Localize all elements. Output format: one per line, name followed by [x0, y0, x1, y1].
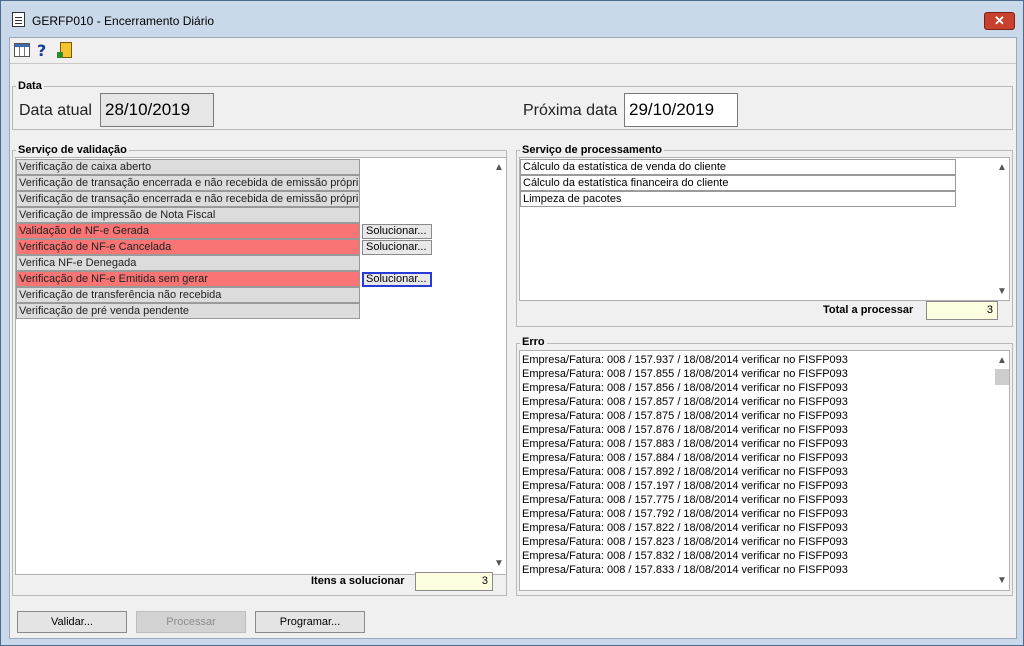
- close-button[interactable]: ✕: [984, 12, 1015, 30]
- scroll-up-icon[interactable]: ▲: [494, 162, 504, 173]
- exit-door-icon[interactable]: [57, 42, 72, 58]
- processing-section-label: Serviço de processamento: [520, 144, 665, 156]
- current-date-field: 28/10/2019: [100, 93, 214, 127]
- validation-item[interactable]: Verificação de transação encerrada e não…: [16, 175, 360, 191]
- next-date-field[interactable]: 29/10/2019: [624, 93, 738, 127]
- validation-section-label: Serviço de validação: [16, 144, 129, 156]
- error-section-label: Erro: [520, 336, 547, 348]
- scroll-up-icon[interactable]: ▲: [997, 162, 1007, 173]
- error-line: Empresa/Fatura: 008 / 157.792 / 18/08/20…: [522, 508, 848, 520]
- error-line: Empresa/Fatura: 008 / 157.197 / 18/08/20…: [522, 480, 848, 492]
- error-line: Empresa/Fatura: 008 / 157.822 / 18/08/20…: [522, 522, 848, 534]
- grid-icon[interactable]: [14, 43, 30, 57]
- schedule-button[interactable]: Programar...: [255, 611, 365, 633]
- error-line: Empresa/Fatura: 008 / 157.833 / 18/08/20…: [522, 564, 848, 576]
- validation-item[interactable]: Verificação de NF-e Cancelada: [16, 239, 360, 255]
- items-to-solve-label: Itens a solucionar: [311, 575, 405, 587]
- error-line: Empresa/Fatura: 008 / 157.884 / 18/08/20…: [522, 452, 848, 464]
- scroll-down-icon[interactable]: ▼: [997, 286, 1007, 297]
- client-area: ? Data Data atual 28/10/2019 Próxima dat…: [9, 37, 1017, 639]
- error-line: Empresa/Fatura: 008 / 157.823 / 18/08/20…: [522, 536, 848, 548]
- error-lines: Empresa/Fatura: 008 / 157.937 / 18/08/20…: [520, 351, 990, 590]
- solve-button[interactable]: Solucionar...: [362, 224, 432, 239]
- error-line: Empresa/Fatura: 008 / 157.856 / 18/08/20…: [522, 382, 848, 394]
- processing-rows: Cálculo da estatística de venda do clien…: [520, 158, 990, 300]
- error-line: Empresa/Fatura: 008 / 157.857 / 18/08/20…: [522, 396, 848, 408]
- process-button[interactable]: Processar: [136, 611, 246, 633]
- document-icon: [12, 12, 25, 27]
- error-line: Empresa/Fatura: 008 / 157.883 / 18/08/20…: [522, 438, 848, 450]
- validation-item[interactable]: Verificação de pré venda pendente: [16, 303, 360, 319]
- error-line: Empresa/Fatura: 008 / 157.832 / 18/08/20…: [522, 550, 848, 562]
- validate-button[interactable]: Validar...: [17, 611, 127, 633]
- processing-item[interactable]: Cálculo da estatística financeira do cli…: [520, 175, 956, 191]
- validation-rows: Verificação de caixa aberto Verificação d…: [16, 158, 486, 574]
- app-window: GERFP010 - Encerramento Diário ✕ ? Data …: [0, 0, 1024, 646]
- solve-button[interactable]: Solucionar...: [362, 272, 432, 287]
- validation-item[interactable]: Verificação de impressão de Nota Fiscal: [16, 207, 360, 223]
- validation-item[interactable]: Verificação de transação encerrada e não…: [16, 191, 360, 207]
- solve-button[interactable]: Solucionar...: [362, 240, 432, 255]
- error-log[interactable]: Empresa/Fatura: 008 / 157.937 / 18/08/20…: [519, 350, 1010, 591]
- error-line: Empresa/Fatura: 008 / 157.876 / 18/08/20…: [522, 424, 848, 436]
- processing-item[interactable]: Cálculo da estatística de venda do clien…: [520, 159, 956, 175]
- processing-scrollbar[interactable]: ▲ ▼: [994, 158, 1010, 300]
- error-line: Empresa/Fatura: 008 / 157.937 / 18/08/20…: [522, 354, 848, 366]
- current-date-label: Data atual: [19, 102, 92, 119]
- validation-item[interactable]: Verificação de NF-e Emitida sem gerar: [16, 271, 360, 287]
- validation-list[interactable]: Verificação de caixa aberto Verificação d…: [15, 157, 507, 575]
- scroll-up-icon[interactable]: ▲: [997, 355, 1007, 366]
- validation-item[interactable]: Validação de NF-e Gerada: [16, 223, 360, 239]
- total-to-process-label: Total a processar: [823, 304, 914, 316]
- error-line: Empresa/Fatura: 008 / 157.892 / 18/08/20…: [522, 466, 848, 478]
- scroll-down-icon[interactable]: ▼: [494, 558, 504, 569]
- scroll-thumb[interactable]: [995, 369, 1009, 385]
- validation-scrollbar[interactable]: ▲ ▼: [491, 158, 507, 574]
- processing-item[interactable]: Limpeza de pacotes: [520, 191, 956, 207]
- error-scrollbar[interactable]: ▲ ▼: [994, 351, 1010, 590]
- validation-item[interactable]: Verifica NF-e Denegada: [16, 255, 360, 271]
- validation-item[interactable]: Verificação de caixa aberto: [16, 159, 360, 175]
- data-section-label: Data: [16, 80, 44, 92]
- items-to-solve-count: 3: [415, 572, 493, 591]
- window-title: GERFP010 - Encerramento Diário: [32, 14, 215, 28]
- error-line: Empresa/Fatura: 008 / 157.855 / 18/08/20…: [522, 368, 848, 380]
- next-date-label: Próxima data: [523, 102, 618, 119]
- error-line: Empresa/Fatura: 008 / 157.775 / 18/08/20…: [522, 494, 848, 506]
- total-to-process-count: 3: [926, 301, 998, 320]
- processing-list[interactable]: Cálculo da estatística de venda do clien…: [519, 157, 1010, 301]
- error-line: Empresa/Fatura: 008 / 157.875 / 18/08/20…: [522, 410, 848, 422]
- scroll-down-icon[interactable]: ▼: [997, 575, 1007, 586]
- validation-item[interactable]: Verificação de transferência não recebid…: [16, 287, 360, 303]
- help-icon[interactable]: ?: [37, 42, 55, 60]
- title-bar: GERFP010 - Encerramento Diário ✕: [1, 1, 1023, 37]
- toolbar: ?: [10, 38, 1016, 64]
